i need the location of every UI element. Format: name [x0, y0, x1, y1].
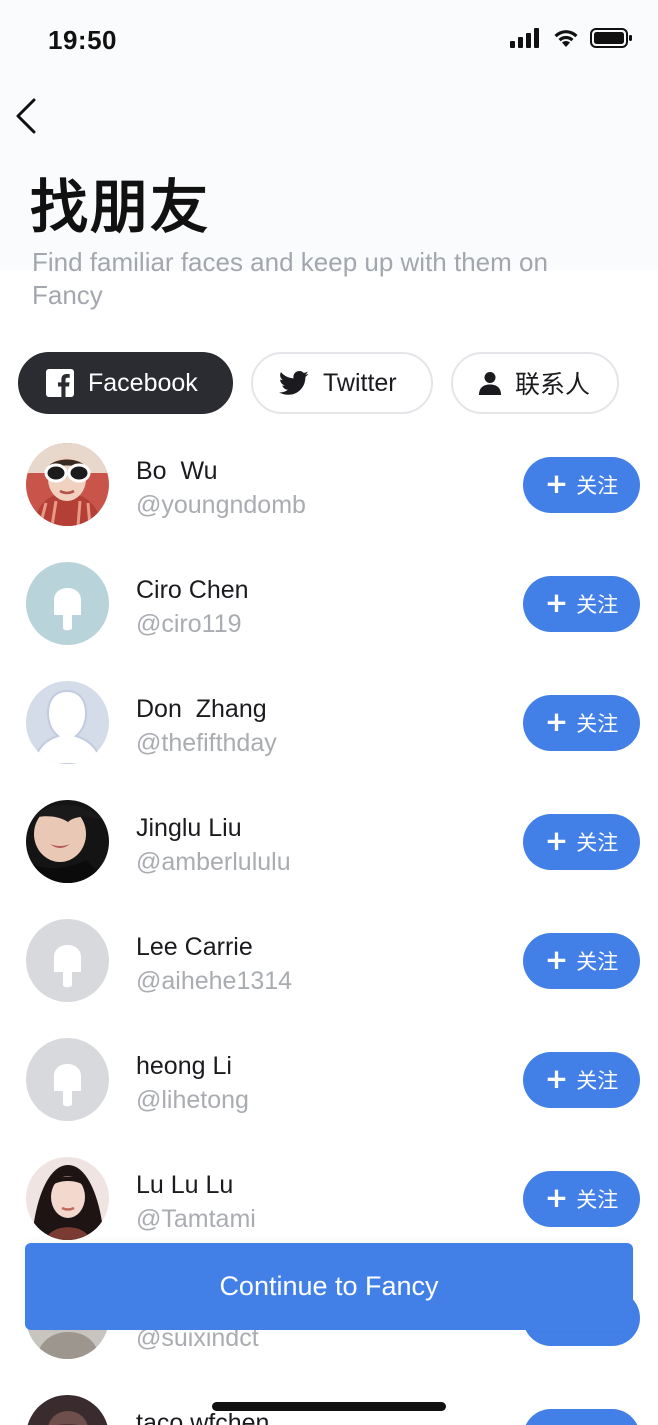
friend-row: Bo Wu @youngndomb + 关注	[0, 425, 658, 544]
friend-handle: @lihetong	[136, 1086, 249, 1114]
continue-button[interactable]: Continue to Fancy	[25, 1243, 633, 1330]
plus-icon: +	[544, 466, 569, 500]
friend-row: taco wfchen	[0, 1377, 658, 1425]
friend-name: taco wfchen	[136, 1409, 270, 1425]
status-icons	[510, 28, 632, 48]
friend-row: Don Zhang @thefifthday + 关注	[0, 663, 658, 782]
wifi-icon	[552, 28, 580, 48]
plus-icon: +	[544, 823, 569, 857]
tab-facebook-label: Facebook	[88, 368, 198, 397]
plus-icon: +	[544, 942, 569, 976]
follow-button[interactable]: + 关注	[523, 576, 640, 632]
friend-row: Lu Lu Lu @Tamtami + 关注	[0, 1139, 658, 1258]
facebook-icon	[46, 369, 74, 397]
follow-button[interactable]	[523, 1409, 640, 1425]
plus-icon: +	[544, 1061, 569, 1095]
friend-row: heong Li @lihetong + 关注	[0, 1020, 658, 1139]
follow-button[interactable]: + 关注	[523, 1171, 640, 1227]
plus-icon: +	[544, 585, 569, 619]
friend-handle: @ciro119	[136, 610, 242, 638]
friend-name: heong Li	[136, 1052, 232, 1080]
follow-button-label: 关注	[576, 712, 619, 736]
friend-handle: @Tamtami	[136, 1205, 256, 1233]
friend-handle: @youngndomb	[136, 491, 306, 519]
page-subtitle: Find familiar faces and keep up with the…	[32, 247, 548, 310]
person-icon	[479, 371, 501, 395]
status-bar: 19:50	[0, 0, 658, 80]
plus-icon: +	[544, 1180, 569, 1214]
avatar[interactable]	[26, 443, 109, 526]
home-indicator	[212, 1402, 446, 1411]
continue-button-label: Continue to Fancy	[219, 1271, 439, 1301]
avatar[interactable]	[26, 800, 109, 883]
follow-button[interactable]: + 关注	[523, 1052, 640, 1108]
friend-handle: @aihehe1314	[136, 967, 293, 995]
friend-handle: @amberlululu	[136, 848, 291, 876]
status-time: 19:50	[48, 25, 117, 55]
friend-row: Lee Carrie @aihehe1314 + 关注	[0, 901, 658, 1020]
follow-button-label: 关注	[576, 593, 619, 617]
friend-row: Ciro Chen @ciro119 + 关注	[0, 544, 658, 663]
source-tabs: Facebook Twitter 联系人	[18, 352, 619, 414]
avatar[interactable]	[26, 1157, 109, 1240]
follow-button[interactable]: + 关注	[523, 457, 640, 513]
follow-button-label: 关注	[576, 950, 619, 974]
cellular-signal-icon	[510, 28, 542, 48]
friend-name: Jinglu Liu	[136, 814, 242, 842]
friend-row: Jinglu Liu @amberlululu + 关注	[0, 782, 658, 901]
battery-icon	[590, 28, 632, 48]
follow-button-label: 关注	[576, 831, 619, 855]
page-title: 找朋友	[30, 173, 211, 241]
follow-button[interactable]: + 关注	[523, 814, 640, 870]
friend-name: Lu Lu Lu	[136, 1171, 234, 1199]
tab-twitter-label: Twitter	[323, 368, 397, 397]
friend-name: Don Zhang	[136, 695, 267, 723]
avatar[interactable]	[26, 919, 109, 1002]
friend-name: Lee Carrie	[136, 933, 253, 961]
follow-button-label: 关注	[576, 474, 619, 498]
tab-contacts-label: 联系人	[515, 370, 591, 399]
tab-facebook[interactable]: Facebook	[18, 352, 233, 414]
avatar[interactable]	[26, 1038, 109, 1121]
follow-button-label: 关注	[576, 1069, 619, 1093]
friend-handle: @thefifthday	[136, 729, 277, 757]
avatar[interactable]	[26, 1395, 109, 1425]
plus-icon: +	[544, 704, 569, 738]
back-button[interactable]	[6, 96, 46, 140]
avatar[interactable]	[26, 562, 109, 645]
follow-button-label: 关注	[576, 1188, 619, 1212]
friend-name: Bo Wu	[136, 457, 218, 485]
chevron-left-icon	[15, 98, 37, 139]
tab-contacts[interactable]: 联系人	[451, 352, 619, 414]
follow-button[interactable]: + 关注	[523, 933, 640, 989]
friend-name: Ciro Chen	[136, 576, 249, 604]
twitter-icon	[279, 370, 309, 396]
avatar[interactable]	[26, 681, 109, 764]
tab-twitter[interactable]: Twitter	[251, 352, 433, 414]
follow-button[interactable]: + 关注	[523, 695, 640, 751]
